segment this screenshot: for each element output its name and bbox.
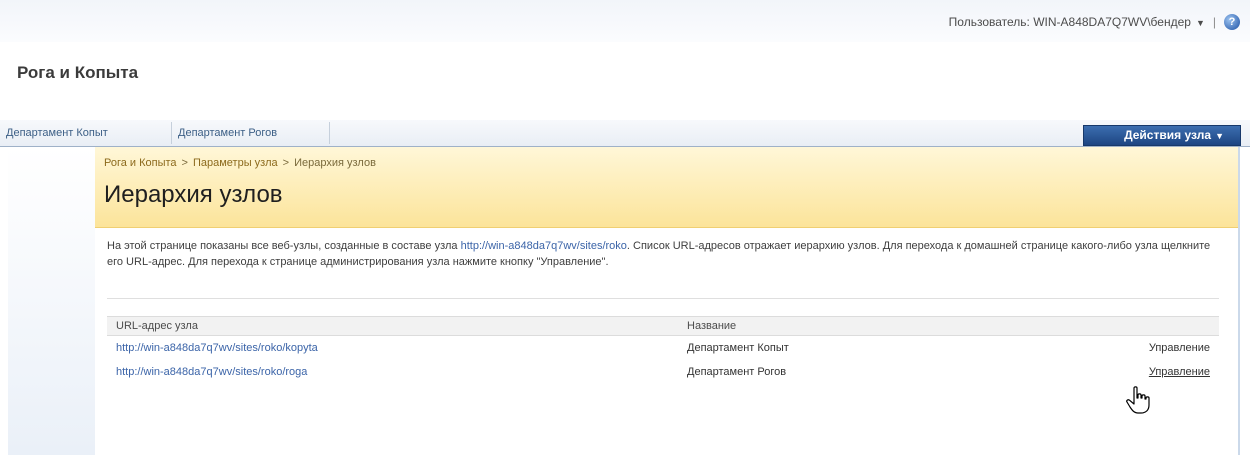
site-url-link[interactable]: http://win-a848da7q7wv/sites/roko/kopyta: [116, 342, 318, 354]
column-header-name: Название: [678, 316, 1046, 336]
sites-table: URL-адрес узла Название http://win-a848d…: [107, 316, 1219, 384]
right-border: [1238, 147, 1240, 455]
page-description: На этой странице показаны все веб-узлы, …: [107, 238, 1222, 270]
breadcrumb: Рога и Копыта > Параметры узла > Иерархия уз…: [104, 157, 376, 169]
user-menu[interactable]: Пользователь: WIN-A848DA7Q7WV\бендер ▼: [949, 15, 1205, 29]
hand-cursor-icon: [1126, 386, 1150, 414]
site-title[interactable]: Рога и Копыта: [17, 63, 138, 83]
url-cell: http://win-a848da7q7wv/sites/roko/roga: [107, 360, 678, 384]
table-header-row: URL-адрес узла Название: [107, 316, 1219, 336]
site-actions-label: Действия узла: [1124, 128, 1212, 142]
user-separator: |: [1212, 15, 1216, 29]
tab-department-kopyt[interactable]: Департамент Копыт: [0, 122, 172, 144]
left-panel: [8, 147, 95, 455]
action-cell: Управление: [1046, 360, 1219, 384]
column-header-action: [1046, 316, 1219, 336]
table-row: http://win-a848da7q7wv/sites/roko/kopyta…: [107, 336, 1219, 361]
description-text-start: На этой странице показаны все веб-узлы, …: [107, 240, 461, 252]
help-icon[interactable]: ?: [1224, 14, 1240, 30]
table-row: http://win-a848da7q7wv/sites/roko/roga Д…: [107, 360, 1219, 384]
user-label: Пользователь: WIN-A848DA7Q7WV\бендер: [948, 15, 1191, 29]
breadcrumb-current: Иерархия узлов: [294, 157, 376, 169]
column-header-url: URL-адрес узла: [107, 316, 678, 336]
action-cell: Управление: [1046, 336, 1219, 361]
manage-link[interactable]: Управление: [1149, 342, 1210, 354]
name-cell: Департамент Копыт: [687, 342, 789, 354]
name-cell: Департамент Рогов: [687, 366, 787, 378]
site-url-link[interactable]: http://win-a848da7q7wv/sites/roko/roga: [116, 366, 307, 378]
breadcrumb-separator: >: [282, 157, 290, 169]
breadcrumb-site[interactable]: Рога и Копыта: [104, 157, 177, 169]
description-site-link[interactable]: http://win-a848da7q7wv/sites/roko: [461, 240, 627, 252]
top-nav: Департамент Копыт Департамент Рогов: [0, 120, 1250, 147]
user-area: Пользователь: WIN-A848DA7Q7WV\бендер ▼ | …: [949, 12, 1240, 32]
top-bar: Пользователь: WIN-A848DA7Q7WV\бендер ▼ | …: [0, 0, 1250, 42]
breadcrumb-separator: >: [181, 157, 188, 169]
title-area: Рога и Копыта > Параметры узла > Иерархия уз…: [95, 147, 1238, 228]
manage-link[interactable]: Управление: [1149, 366, 1210, 378]
chevron-down-icon: ▼: [1195, 18, 1205, 28]
site-actions-button[interactable]: Действия узла ▼: [1083, 125, 1241, 146]
url-cell: http://win-a848da7q7wv/sites/roko/kopyta: [107, 336, 678, 361]
divider: [107, 298, 1219, 299]
page-title: Иерархия узлов: [104, 181, 283, 208]
chevron-down-icon: ▼: [1215, 131, 1224, 141]
tab-department-rogov[interactable]: Департамент Рогов: [172, 122, 330, 144]
breadcrumb-site-settings[interactable]: Параметры узла: [193, 157, 278, 169]
